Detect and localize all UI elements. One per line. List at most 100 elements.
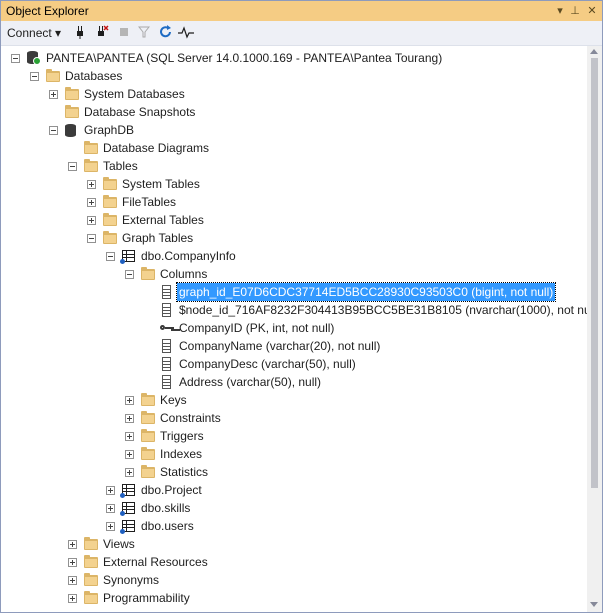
expand-icon[interactable] <box>68 594 77 603</box>
activity-monitor-icon[interactable] <box>178 25 194 41</box>
tree-node-label: Indexes <box>160 447 203 461</box>
expand-icon[interactable] <box>68 576 77 585</box>
tree-node-label: dbo.Project <box>141 483 202 497</box>
tree-node[interactable]: dbo.skills <box>1 499 586 517</box>
vertical-scrollbar[interactable] <box>587 46 602 612</box>
table-icon <box>120 250 135 264</box>
window-position-dropdown-icon[interactable]: ▾ <box>552 3 568 19</box>
connect-icon[interactable] <box>74 25 86 41</box>
tree-node[interactable]: dbo.users <box>1 517 586 535</box>
tree-node[interactable]: Columns <box>1 265 586 283</box>
tree-node-label: Synonyms <box>103 573 160 587</box>
disconnect-icon[interactable] <box>95 25 109 41</box>
tree-node[interactable]: Tables <box>1 157 586 175</box>
tree-node[interactable]: External Resources <box>1 553 586 571</box>
folder-icon <box>84 573 98 586</box>
toolbar: Connect ▾ <box>1 21 602 46</box>
collapse-icon[interactable] <box>49 126 58 135</box>
tree-node[interactable]: Databases <box>1 67 586 85</box>
tree-node[interactable]: CompanyName (varchar(20), not null) <box>1 337 586 355</box>
tree-node[interactable]: graph_id_E07D6CDC37714ED5BCC28930C93503C… <box>1 282 586 302</box>
tree-node[interactable]: System Tables <box>1 175 586 193</box>
expand-icon[interactable] <box>106 522 115 531</box>
tree-node[interactable]: Synonyms <box>1 571 586 589</box>
tree-node[interactable]: Triggers <box>1 427 586 445</box>
server-icon <box>27 51 41 65</box>
collapse-icon[interactable] <box>125 270 134 279</box>
tree-node[interactable]: Statistics <box>1 463 586 481</box>
tree-node-label: dbo.users <box>141 519 194 533</box>
tree-node-label: PANTEA\PANTEA (SQL Server 14.0.1000.169 … <box>46 51 443 65</box>
folder-icon <box>103 231 117 244</box>
tree-node[interactable]: External Tables <box>1 211 586 229</box>
expand-icon[interactable] <box>106 486 115 495</box>
column-icon <box>162 303 171 317</box>
scroll-down-icon[interactable] <box>590 602 598 607</box>
collapse-icon[interactable] <box>11 54 20 63</box>
refresh-icon[interactable] <box>159 25 173 41</box>
tree-node[interactable]: PANTEA\PANTEA (SQL Server 14.0.1000.169 … <box>1 49 586 67</box>
expand-icon[interactable] <box>125 468 134 477</box>
tree-node[interactable]: Indexes <box>1 445 586 463</box>
tree-node[interactable]: dbo.Project <box>1 481 586 499</box>
tree-node[interactable]: CompanyDesc (varchar(50), null) <box>1 355 586 373</box>
panel-title: Object Explorer <box>6 4 89 18</box>
folder-icon <box>141 429 155 442</box>
column-icon <box>162 375 171 389</box>
tree-node[interactable]: Graph Tables <box>1 229 586 247</box>
column-icon <box>162 357 171 371</box>
database-icon <box>65 124 76 137</box>
tree-node[interactable]: Views <box>1 535 586 553</box>
tree-node-label: Columns <box>160 267 208 281</box>
collapse-icon[interactable] <box>106 252 115 261</box>
expand-icon[interactable] <box>49 90 58 99</box>
pin-icon[interactable]: ⊥ <box>567 3 583 19</box>
tree-node[interactable]: Constraints <box>1 409 586 427</box>
tree-node[interactable]: Database Snapshots <box>1 103 586 121</box>
tree-node-label: $node_id_716AF8232F304413B95BCC5BE31B810… <box>179 303 600 317</box>
tree-node-label: CompanyDesc (varchar(50), null) <box>179 357 356 371</box>
tree-node-label: External Resources <box>103 555 208 569</box>
expand-icon[interactable] <box>125 450 134 459</box>
tree-node[interactable]: CompanyID (PK, int, not null) <box>1 319 586 337</box>
expand-icon[interactable] <box>87 216 96 225</box>
filter-icon[interactable] <box>137 25 151 41</box>
tree-node[interactable]: GraphDB <box>1 121 586 139</box>
tree-node-label: Tables <box>103 159 138 173</box>
expand-icon[interactable] <box>125 414 134 423</box>
expand-icon[interactable] <box>87 198 96 207</box>
connect-button[interactable]: Connect ▾ <box>7 25 61 41</box>
tree-node-label: dbo.skills <box>141 501 191 515</box>
tree-node[interactable]: Keys <box>1 391 586 409</box>
collapse-icon[interactable] <box>30 72 39 81</box>
collapse-icon[interactable] <box>87 234 96 243</box>
folder-icon <box>141 465 155 478</box>
stop-icon[interactable] <box>118 25 130 41</box>
key-icon <box>160 324 176 334</box>
tree-node[interactable]: $node_id_716AF8232F304413B95BCC5BE31B810… <box>1 301 600 319</box>
folder-icon <box>65 87 79 100</box>
expand-icon[interactable] <box>68 540 77 549</box>
scroll-up-icon[interactable] <box>590 49 598 54</box>
expand-icon[interactable] <box>87 180 96 189</box>
column-icon <box>162 339 171 353</box>
expand-icon[interactable] <box>68 558 77 567</box>
folder-icon <box>141 393 155 406</box>
expand-icon[interactable] <box>106 504 115 513</box>
tree-node-label: GraphDB <box>84 123 135 137</box>
close-icon[interactable]: ✕ <box>584 3 600 19</box>
expand-icon[interactable] <box>125 396 134 405</box>
tree-node[interactable]: dbo.CompanyInfo <box>1 247 586 265</box>
collapse-icon[interactable] <box>68 162 77 171</box>
scrollbar-thumb[interactable] <box>591 58 598 488</box>
folder-icon <box>46 69 60 82</box>
folder-icon <box>84 537 98 550</box>
tree-node[interactable]: Database Diagrams <box>1 139 586 157</box>
table-icon <box>120 520 135 534</box>
object-tree[interactable]: PANTEA\PANTEA (SQL Server 14.0.1000.169 … <box>1 46 600 612</box>
tree-node[interactable]: Programmability <box>1 589 586 607</box>
tree-node[interactable]: FileTables <box>1 193 586 211</box>
expand-icon[interactable] <box>125 432 134 441</box>
tree-node[interactable]: Address (varchar(50), null) <box>1 373 586 391</box>
tree-node[interactable]: System Databases <box>1 85 586 103</box>
